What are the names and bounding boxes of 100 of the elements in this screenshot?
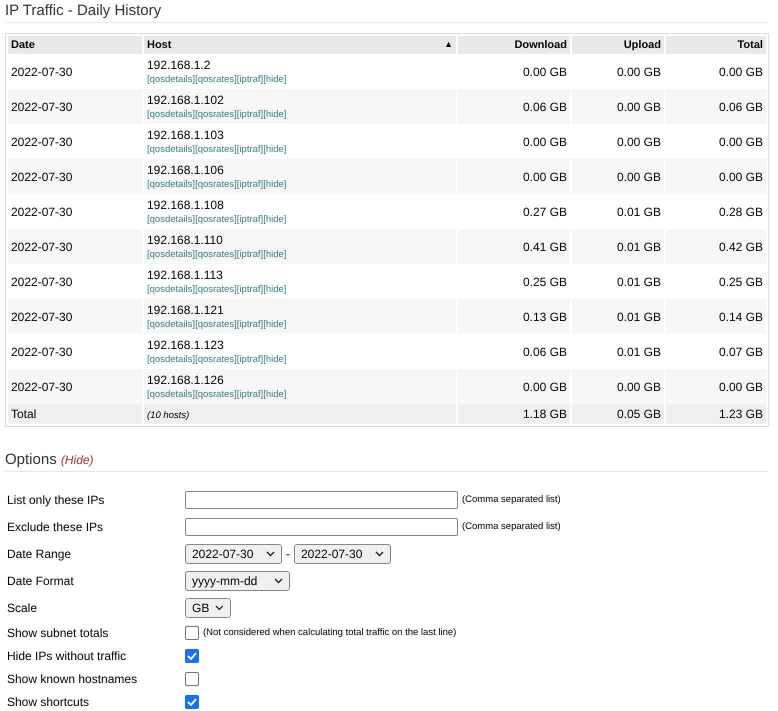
host-link[interactable]: [qosdetails]	[147, 389, 196, 400]
checkbox[interactable]	[185, 672, 199, 686]
field-label: Date Range	[7, 546, 72, 560]
host-link[interactable]: [hide]	[263, 284, 286, 295]
host-link[interactable]: [qosdetails]	[147, 319, 196, 330]
host-link[interactable]: [qosdetails]	[147, 109, 196, 120]
upload-cell: 0.00 GB	[616, 380, 661, 394]
host-link[interactable]: [hide]	[263, 319, 286, 330]
date-cell: 2022-07-30	[11, 240, 72, 254]
host-link[interactable]: [qosrates]	[195, 179, 237, 190]
host-link[interactable]: [qosdetails]	[147, 214, 196, 225]
host-link[interactable]: [iptraf]	[236, 214, 264, 225]
host-link[interactable]: [iptraf]	[236, 109, 264, 120]
host-link[interactable]: [hide]	[263, 214, 286, 225]
host-link[interactable]: [iptraf]	[236, 284, 264, 295]
host-ip: 192.168.1.102	[147, 93, 225, 107]
host-ip: 192.168.1.121	[147, 303, 225, 317]
upload-total: 0.05 GB	[616, 407, 661, 421]
host-link[interactable]: [qosdetails]	[147, 179, 196, 190]
host-link[interactable]: [hide]	[263, 249, 286, 260]
section-title: Options	[5, 451, 57, 468]
dropdown[interactable]: GB	[185, 598, 231, 618]
host-link[interactable]: [iptraf]	[236, 319, 264, 330]
total-cell: 0.28 GB	[718, 204, 763, 218]
host-link[interactable]: [qosrates]	[195, 389, 237, 400]
date-cell: 2022-07-30	[11, 100, 72, 114]
dropdown[interactable]: 2022-07-30	[294, 544, 391, 564]
host-link[interactable]: [hide]	[263, 389, 286, 400]
host-ip: 192.168.1.106	[147, 163, 225, 177]
host-link[interactable]: [qosrates]	[195, 249, 237, 260]
field-note: (Comma separated list)	[462, 494, 561, 505]
column-header[interactable]: Total	[738, 39, 763, 51]
upload-cell: 0.01 GB	[616, 204, 661, 218]
host-link[interactable]: [hide]	[263, 144, 286, 155]
host-link[interactable]: [iptraf]	[236, 354, 264, 365]
dropdown[interactable]: 2022-07-30	[185, 544, 282, 564]
host-link[interactable]: [qosrates]	[195, 354, 237, 365]
field-label: Show subnet totals	[7, 626, 110, 640]
host-link[interactable]: [hide]	[263, 354, 286, 365]
host-link[interactable]: [qosrates]	[195, 144, 237, 155]
host-link[interactable]: [hide]	[263, 109, 286, 120]
date-cell: 2022-07-30	[11, 204, 72, 218]
checkbox[interactable]	[185, 626, 199, 640]
host-ip: 192.168.1.113	[147, 268, 224, 282]
host-link[interactable]: [iptraf]	[236, 389, 264, 400]
chevron-down-icon	[375, 550, 384, 556]
host-link[interactable]: [qosdetails]	[147, 284, 196, 295]
range-separator: -	[286, 546, 290, 560]
host-link[interactable]: [iptraf]	[236, 144, 264, 155]
total-cell: 0.00 GB	[718, 170, 763, 184]
checkbox[interactable]	[185, 648, 199, 662]
input-field[interactable]	[185, 490, 458, 508]
field-label: Scale	[7, 600, 38, 614]
chevron-down-icon	[266, 550, 275, 556]
field-label: Show shortcuts	[7, 694, 90, 708]
host-ip: 192.168.1.103	[147, 128, 225, 142]
host-link[interactable]: [qosrates]	[195, 109, 237, 120]
host-link[interactable]: [hide]	[263, 179, 286, 190]
field-note: (Comma separated list)	[462, 521, 561, 532]
host-ip: 192.168.1.126	[147, 373, 225, 387]
host-link[interactable]: [qosdetails]	[147, 74, 196, 85]
hide-link[interactable]: (Hide)	[60, 453, 94, 467]
date-cell: 2022-07-30	[11, 274, 72, 288]
field-label: Exclude these IPs	[7, 520, 104, 534]
host-link[interactable]: [qosrates]	[195, 319, 237, 330]
total-cell: 0.07 GB	[718, 344, 763, 358]
host-link[interactable]: [hide]	[263, 74, 286, 85]
host-ip: 192.168.1.123	[147, 338, 225, 352]
field-label: List only these IPs	[7, 492, 106, 506]
download-cell: 0.00 GB	[522, 64, 567, 78]
host-link[interactable]: [qosdetails]	[147, 144, 196, 155]
upload-cell: 0.01 GB	[616, 240, 661, 254]
field-label: Show known hostnames	[7, 672, 138, 686]
host-ip: 192.168.1.110	[147, 233, 224, 247]
host-link[interactable]: [qosrates]	[195, 74, 237, 85]
download-cell: 0.27 GB	[522, 204, 567, 218]
host-link[interactable]: [iptraf]	[236, 74, 264, 85]
total-cell: 0.42 GB	[718, 240, 763, 254]
input-field[interactable]	[185, 518, 458, 536]
total-cell: 0.00 GB	[718, 64, 763, 78]
host-link[interactable]: [qosrates]	[195, 214, 237, 225]
total-label: Total	[11, 407, 36, 421]
host-link[interactable]: [qosrates]	[195, 284, 237, 295]
dropdown[interactable]: yyyy-mm-dd	[185, 570, 290, 590]
download-cell: 0.00 GB	[522, 134, 567, 148]
host-link[interactable]: [iptraf]	[236, 249, 264, 260]
date-cell: 2022-07-30	[11, 310, 72, 324]
column-header[interactable]: Date	[11, 39, 35, 51]
checkbox[interactable]	[185, 694, 199, 708]
sort-arrow-icon[interactable]: ▲	[444, 39, 453, 51]
download-cell: 0.06 GB	[522, 344, 567, 358]
host-ip: 192.168.1.2	[147, 58, 212, 72]
upload-cell: 0.01 GB	[616, 344, 661, 358]
page-title: IP Traffic - Daily History	[5, 0, 769, 23]
date-cell: 2022-07-30	[11, 380, 72, 394]
upload-cell: 0.01 GB	[616, 310, 661, 324]
host-link[interactable]: [qosdetails]	[147, 249, 196, 260]
column-header[interactable]: Host	[147, 39, 172, 51]
host-link[interactable]: [iptraf]	[236, 179, 264, 190]
host-link[interactable]: [qosdetails]	[147, 354, 196, 365]
